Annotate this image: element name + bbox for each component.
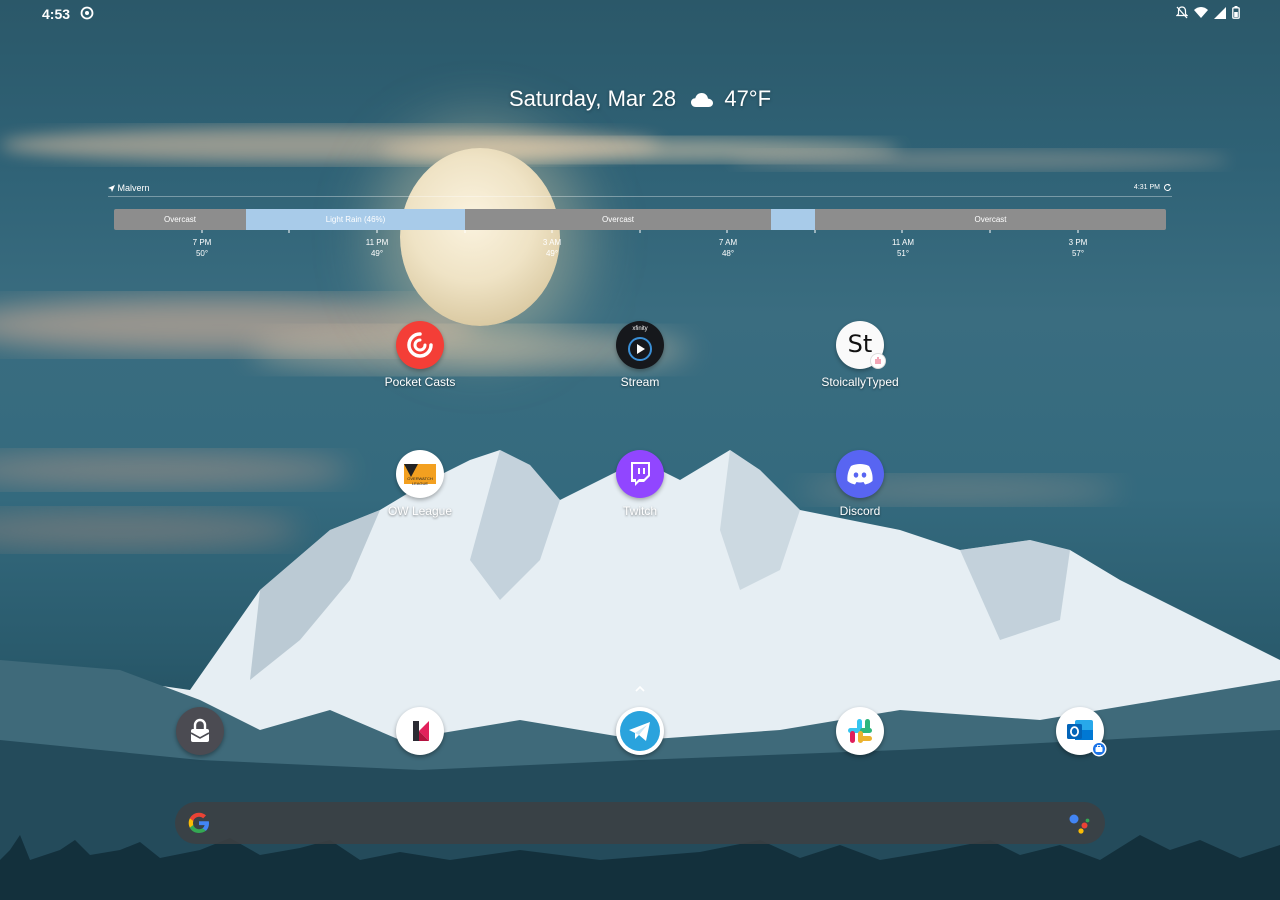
telegram-icon[interactable] [616,707,664,755]
forecast-ticks [201,230,1079,233]
cloud-icon [691,93,714,108]
k-app-icon[interactable] [396,707,444,755]
stoically-typed-icon[interactable]: St [836,321,886,369]
forecast-segment-light-rain: Light Rain (46%) [246,209,465,230]
forecast-segment-overcast: Overcast [815,209,1166,230]
forecast-hour: 11 PM 49° [347,237,407,259]
forecast-hour: 7 AM 48° [698,237,758,259]
dock-app-outlook[interactable] [1056,707,1107,757]
forecast-widget[interactable]: Malvern 4:31 PM Overcast Light Rain (46%… [108,180,1172,260]
xfinity-wordmark: xfinity [632,326,648,332]
forecast-hour-time: 7 PM [192,238,212,247]
forecast-bar: Overcast Light Rain (46%) Overcast Overc… [114,209,1166,230]
discord-icon[interactable] [836,450,884,498]
forecast-segment-overcast: Overcast [465,209,771,230]
forecast-hour-temp: 50° [195,249,209,258]
google-search-bar[interactable] [175,802,1105,844]
forecast-location[interactable]: Malvern [108,183,150,193]
forecast-hour: 7 PM 50° [172,237,232,259]
forecast-hour-time: 11 AM [891,238,915,247]
forecast-hour-time: 7 AM [718,238,738,247]
forecast-hour-temp: 49° [545,249,559,258]
app-label: Stream [620,375,660,389]
forecast-segment-overcast: Overcast [114,209,246,230]
forecast-hour-temp: 57° [1071,249,1085,258]
location-arrow-icon [108,185,115,193]
app-drawer-caret-icon[interactable] [632,684,648,694]
temperature-text[interactable]: 47°F [724,86,771,111]
status-bar: 4:53 [0,0,1280,28]
date-weather-widget[interactable]: Saturday, Mar 28 47°F [0,86,1280,112]
forecast-divider [108,196,1172,197]
assistant-icon[interactable] [1067,813,1091,835]
pocket-casts-icon[interactable] [396,321,444,369]
dock-app-protonvpn[interactable] [176,707,224,755]
app-discord[interactable]: Discord [800,450,920,518]
dock-app-telegram[interactable] [616,707,664,755]
app-label: OW League [387,504,453,518]
forecast-updated-time: 4:31 PM [1133,184,1160,191]
forecast-hour: 11 AM 51° [873,237,933,259]
badge-icon [870,353,886,369]
forecast-location-label: Malvern [117,183,150,193]
app-label: Pocket Casts [384,375,456,389]
forecast-hour: 3 PM 57° [1048,237,1108,259]
forecast-segment-rain [771,209,815,230]
vpn-lock-icon[interactable] [176,707,224,755]
forecast-segment-label: Overcast [163,215,196,224]
dock-app-slack[interactable] [836,707,884,755]
forecast-hour-temp: 51° [896,249,910,258]
slack-icon[interactable] [836,707,884,755]
stoically-typed-glyph: St [847,329,873,358]
overwatch-league-icon[interactable]: OVERWATCH LEAGUE [396,450,444,498]
forecast-hour-temp: 49° [370,249,384,258]
forecast-hour-time: 3 AM [542,238,562,247]
twitch-icon[interactable] [616,450,664,498]
xfinity-stream-icon[interactable]: xfinity [616,321,664,369]
forecast-segment-label: Light Rain (46%) [325,215,386,224]
google-g-icon[interactable] [187,811,211,835]
sync-icon [80,6,94,20]
app-stream[interactable]: xfinity Stream [580,321,700,389]
app-stoically-typed[interactable]: St StoicallyTyped [800,321,920,389]
app-pocket-casts[interactable]: Pocket Casts [360,321,480,389]
battery-icon [1232,6,1240,19]
app-label: Discord [839,504,881,518]
forecast-hour-temp: 48° [721,249,735,258]
forecast-hour: 3 AM 49° [522,237,582,259]
status-icons [1176,6,1240,19]
forecast-segment-label: Overcast [601,215,634,224]
forecast-segment-label: Overcast [974,215,1007,224]
forecast-updated[interactable]: 4:31 PM [1134,183,1172,192]
cell-signal-icon [1214,6,1226,19]
outlook-icon[interactable] [1056,707,1107,757]
refresh-icon[interactable] [1163,183,1172,192]
wifi-icon [1194,6,1208,18]
home-screen: 4:53 Saturday, Mar 28 47°F Malvern 4:31 … [0,0,1280,900]
ow-glyph-line: LEAGUE [411,481,429,486]
notifications-off-icon [1176,6,1188,19]
app-label: Twitch [622,504,657,518]
forecast-hour-time: 3 PM [1068,238,1088,247]
date-text[interactable]: Saturday, Mar 28 [509,86,676,111]
forecast-hour-time: 11 PM [365,238,389,247]
dock-app-k[interactable] [396,707,444,755]
app-label: StoicallyTyped [821,375,899,389]
app-ow-league[interactable]: OVERWATCH LEAGUE OW League [360,450,480,518]
work-badge-icon [1091,741,1107,757]
app-twitch[interactable]: Twitch [580,450,700,518]
status-time: 4:53 [42,6,71,22]
